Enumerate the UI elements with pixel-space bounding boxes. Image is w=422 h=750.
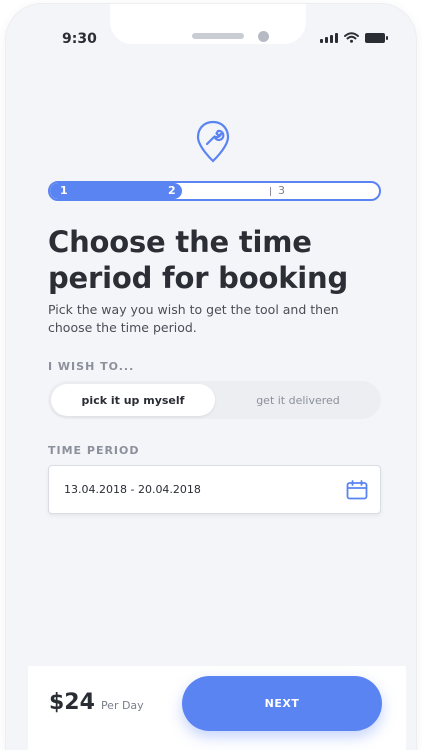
step-progress: 1 2 3: [48, 181, 381, 201]
status-time: 9:30: [62, 31, 97, 47]
progress-fill: [50, 183, 182, 199]
phone-frame: [6, 4, 416, 750]
pickup-option[interactable]: pick it up myself: [51, 384, 215, 416]
signal-icon: [320, 32, 338, 43]
time-period-field[interactable]: 13.04.2018 - 20.04.2018: [48, 465, 381, 514]
step-3: 3: [278, 184, 285, 197]
status-icons: [320, 32, 388, 43]
price-unit: Per Day: [100, 699, 144, 712]
next-button[interactable]: NEXT: [182, 676, 382, 731]
step-1: 1: [60, 184, 68, 197]
wrench-location-icon: [196, 120, 230, 163]
camera: [258, 31, 269, 42]
battery-icon: [365, 32, 388, 43]
time-period-value: 13.04.2018 - 20.04.2018: [64, 483, 201, 496]
calendar-icon[interactable]: [346, 480, 368, 500]
step-divider: [270, 187, 271, 196]
title-line-2: period for booking: [48, 261, 349, 295]
price-value: $24: [49, 690, 95, 715]
wish-label: I WISH TO...: [48, 360, 135, 373]
time-period-label: TIME PERIOD: [48, 444, 140, 457]
delivery-option[interactable]: get it delivered: [218, 384, 378, 416]
page-subtitle: Pick the way you wish to get the tool an…: [48, 302, 339, 335]
title-line-1: Choose the time: [48, 225, 312, 259]
delivery-toggle: pick it up myself get it delivered: [48, 381, 381, 419]
speaker: [192, 33, 244, 39]
wifi-icon: [344, 32, 359, 43]
page-title: Choose the time period for booking: [48, 224, 388, 296]
step-2: 2: [168, 184, 176, 197]
price: $24 Per Day: [49, 690, 144, 715]
